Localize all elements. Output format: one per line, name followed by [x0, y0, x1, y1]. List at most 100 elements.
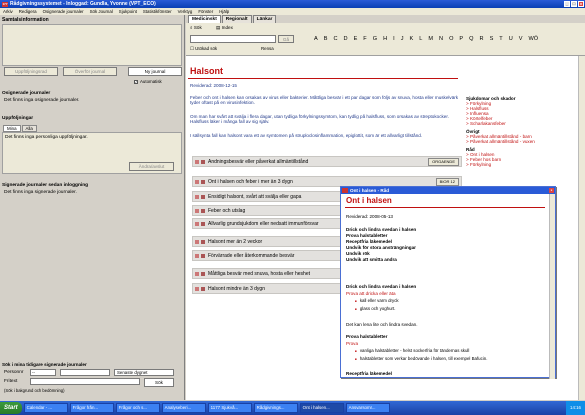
osignerade-text: Det finns inga osignerade journaler.: [4, 98, 80, 103]
letter-j[interactable]: J: [401, 36, 404, 42]
left-panel: Samtalsinformation Uppföljningsrad Överf…: [0, 15, 185, 400]
letter-n[interactable]: N: [439, 36, 443, 42]
side-link-text: Påverkat allmäntillstånd - vuxen: [469, 139, 535, 144]
osignerade-title: Osignerade journaler: [2, 91, 51, 96]
close-button[interactable]: x: [578, 1, 584, 7]
overfor-journal-button[interactable]: Överför journal: [63, 67, 117, 76]
letter-r[interactable]: R: [480, 36, 484, 42]
letter-e[interactable]: E: [354, 36, 358, 42]
utokad-checkbox[interactable]: ☐ Utökad sök: [190, 46, 217, 52]
menu-hjalp[interactable]: Hjälp: [219, 9, 229, 14]
side-link[interactable]: > Förkylning: [466, 162, 584, 167]
popup-scrollbar[interactable]: [549, 194, 555, 379]
letter-l[interactable]: L: [419, 36, 422, 42]
menu-arkiv[interactable]: Arkiv: [3, 9, 13, 14]
popup-toc-item[interactable]: Receptfria läkemedel: [346, 239, 392, 244]
popup-bullet: vanliga halstabletter - helst sockerfria…: [355, 348, 470, 353]
expand-icon: [195, 221, 199, 226]
andra-avslut-button[interactable]: Ändra/avslut: [129, 162, 174, 171]
fritext-label: Fritext: [4, 379, 18, 384]
menu-osignerade[interactable]: Osignerade journaler: [43, 9, 84, 14]
content-scrollbar[interactable]: [578, 56, 585, 400]
tab-medicinskt[interactable]: Medicinskt: [188, 15, 221, 23]
triage-label: Förvärrade eller återkommande besvär: [208, 252, 295, 259]
letter-a[interactable]: A: [314, 36, 318, 42]
popup-toc-item[interactable]: Undvik för stora ansträngningar: [346, 245, 416, 250]
taskbar-item[interactable]: Ansvarsomr...: [345, 403, 390, 413]
tab-mina[interactable]: Mina: [3, 125, 21, 132]
personnr-input[interactable]: [60, 369, 110, 376]
tab-alla[interactable]: Alla: [21, 125, 37, 132]
content-search-input[interactable]: [190, 35, 276, 43]
popup-section-sub: Prova att dricka eller äta: [346, 291, 396, 296]
popup-toc-item[interactable]: Prova halstabletter: [346, 233, 387, 238]
menu-verktyg[interactable]: Verktyg: [178, 9, 193, 14]
go-button[interactable]: Gå: [278, 35, 294, 43]
side-link[interactable]: > Påverkat allmäntillstånd - vuxen: [466, 139, 584, 144]
side-link[interactable]: > Scharlakansfeber: [466, 121, 584, 126]
popup-toc-item[interactable]: Undvik att smitta andra: [346, 257, 397, 262]
window-title: Rådgivningssystemet - Inloggad: Gundla, …: [10, 1, 156, 7]
minimize-button[interactable]: _: [564, 1, 570, 7]
letter-q[interactable]: Q: [469, 36, 473, 42]
tab-lankar[interactable]: Länkar: [252, 15, 277, 23]
letter-b[interactable]: B: [324, 36, 328, 42]
popup-close-button[interactable]: x: [549, 188, 554, 193]
popup-app-icon: [342, 188, 348, 193]
window-title-bar: 177 Rådgivningssystemet - Inloggad: Gund…: [0, 0, 585, 8]
samtal-title: Samtalsinformation: [2, 17, 49, 23]
letter-m[interactable]: M: [428, 36, 433, 42]
taskbar-item-active[interactable]: Ont i halsen...: [299, 403, 344, 413]
related-sidebar: Sjukdomar och skador > Förkylning > Hals…: [466, 93, 584, 167]
tab-regionalt[interactable]: Regionalt: [221, 15, 252, 23]
triage-row[interactable]: Andningsbesvär eller påverkat allmäntill…: [192, 156, 462, 167]
index-tab[interactable]: ▤ Index: [216, 25, 233, 31]
uppfoljning-button[interactable]: Uppföljningsrad: [4, 67, 58, 76]
letter-v[interactable]: V: [519, 36, 523, 42]
letter-t[interactable]: T: [499, 36, 502, 42]
automatisk-checkbox[interactable]: ✓ Automatisk: [134, 79, 162, 84]
taskbar-item[interactable]: Analyseberi...: [161, 403, 206, 413]
taskbar-item[interactable]: Frågor från...: [69, 403, 114, 413]
fritext-input[interactable]: [30, 378, 140, 385]
personnr-select[interactable]: --: [30, 369, 56, 376]
advice-popup: Ont i halsen - Råd x Ont i halsen Revide…: [340, 186, 556, 379]
menu-statistik[interactable]: Statistikfönster: [143, 9, 172, 14]
menu-sok-journal[interactable]: Sök Journal: [90, 9, 113, 14]
taskbar-item[interactable]: Rådgivnings...: [253, 403, 298, 413]
letter-k[interactable]: K: [409, 36, 413, 42]
letter-h[interactable]: H: [383, 36, 387, 42]
letter-f[interactable]: F: [363, 36, 366, 42]
sok-button[interactable]: Sök: [144, 378, 174, 387]
letter-d[interactable]: D: [344, 36, 348, 42]
letter-s[interactable]: S: [490, 36, 494, 42]
letter-o[interactable]: O: [449, 36, 453, 42]
letter-i[interactable]: I: [393, 36, 395, 42]
rensa-link[interactable]: Rensa: [261, 46, 274, 51]
taskbar-item[interactable]: Frågor och s...: [115, 403, 160, 413]
maximize-button[interactable]: □: [571, 1, 577, 7]
popup-toc-item[interactable]: Undvik rök: [346, 251, 370, 256]
letter-wo[interactable]: WÖ: [529, 36, 539, 42]
ny-journal-button[interactable]: Ny journal: [128, 67, 182, 76]
popup-toc-item[interactable]: Drick och lindra svedan i halsen: [346, 227, 416, 232]
taskbar-item[interactable]: 1177 Sjukvå...: [207, 403, 252, 413]
triage-badge[interactable]: ORGAENDE: [428, 158, 459, 166]
sok-tab[interactable]: ⌕ Sök: [190, 25, 202, 30]
start-button[interactable]: Start: [0, 402, 22, 414]
period-select[interactable]: Senaste dygnet: [114, 369, 174, 376]
menu-sjukpoint[interactable]: Sjukpoint: [119, 9, 137, 14]
letter-p[interactable]: P: [459, 36, 463, 42]
menu-redigera[interactable]: Redigera: [19, 9, 37, 14]
signerade-title: Signerade journaler sedan inloggning: [2, 183, 89, 188]
letter-g[interactable]: G: [373, 36, 377, 42]
triage-badge[interactable]: BIOR 12: [435, 178, 459, 186]
letter-c[interactable]: C: [333, 36, 337, 42]
letter-u[interactable]: U: [509, 36, 513, 42]
uppfoljningar-title: Uppföljningar: [2, 116, 34, 121]
triage-icon: [201, 179, 205, 184]
taskbar-item[interactable]: Calendar - ...: [23, 403, 68, 413]
menu-fonster[interactable]: Fönster: [198, 9, 213, 14]
popup-section-sub: Prova: [346, 341, 359, 346]
triage-icon: [201, 239, 205, 244]
